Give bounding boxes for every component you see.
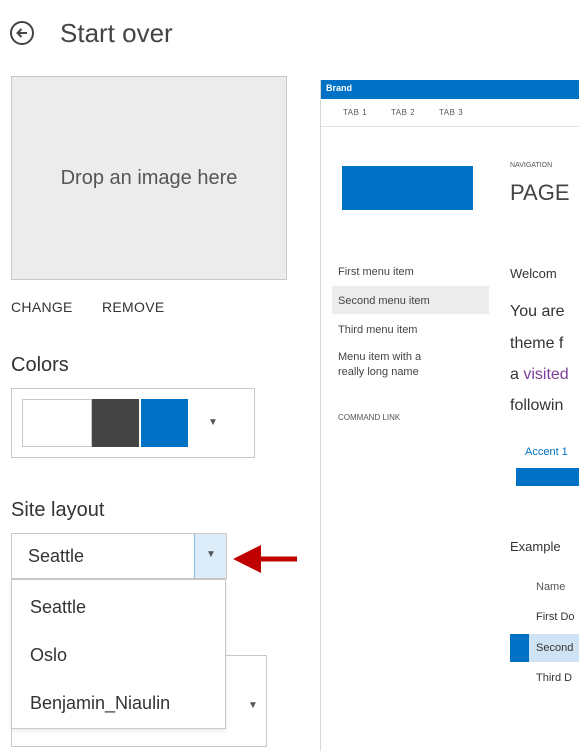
- dropzone-placeholder: Drop an image here: [60, 166, 238, 189]
- preview-table-header: Name: [536, 581, 566, 593]
- site-layout-select[interactable]: Seattle ▼: [11, 533, 227, 579]
- preview-brand: Brand: [326, 83, 353, 93]
- colors-title: Colors: [11, 354, 69, 376]
- image-dropzone[interactable]: Drop an image here: [11, 76, 287, 280]
- preview-accent-label: Accent 1: [525, 446, 568, 458]
- preview-tab-2: TAB 2: [391, 108, 416, 117]
- start-over-link[interactable]: Start over: [60, 18, 173, 49]
- preview-table-row: Second: [536, 642, 574, 654]
- preview-example-heading: Example: [510, 539, 561, 554]
- preview-body-prefix: a: [510, 366, 524, 383]
- back-icon[interactable]: [10, 21, 34, 45]
- preview-command-link: COMMAND LINK: [338, 413, 401, 422]
- preview-menu-item: Second menu item: [338, 295, 430, 307]
- site-layout-value: Seattle: [28, 546, 85, 566]
- option-seattle[interactable]: Seattle: [30, 597, 86, 618]
- swatch-blue: [141, 399, 188, 447]
- theme-preview: Brand TAB 1 TAB 2 TAB 3 NAVIGATION PAGE …: [320, 80, 579, 751]
- preview-visited-link: visited: [523, 366, 569, 383]
- preview-brand-bar: [321, 80, 579, 99]
- chevron-down-icon: ▼: [206, 549, 216, 560]
- preview-table-row: First Do: [536, 611, 575, 623]
- option-benjamin-niaulin[interactable]: Benjamin_Niaulin: [30, 693, 170, 714]
- swatch-dark: [92, 399, 139, 447]
- site-layout-dropdown-button[interactable]: ▼: [194, 534, 226, 578]
- preview-body-line: theme f: [510, 335, 564, 352]
- preview-menu-item: Menu item with a: [338, 351, 422, 363]
- preview-navigation-label: NAVIGATION: [510, 162, 553, 169]
- option-oslo[interactable]: Oslo: [30, 645, 67, 666]
- preview-tab-divider: [321, 126, 579, 127]
- preview-accent-bar: [516, 468, 579, 486]
- preview-tab-1: TAB 1: [343, 108, 368, 117]
- preview-body-line: followin: [510, 397, 564, 414]
- preview-menu-item: Third menu item: [338, 324, 418, 336]
- site-layout-title: Site layout: [11, 499, 105, 521]
- remove-button[interactable]: REMOVE: [102, 299, 164, 315]
- preview-menu-item: First menu item: [338, 266, 414, 278]
- swatch-white: [22, 399, 92, 447]
- chevron-down-icon[interactable]: ▼: [248, 700, 258, 711]
- preview-welcome: Welcom: [510, 266, 557, 281]
- preview-body-line: You are: [510, 303, 565, 320]
- change-button[interactable]: CHANGE: [11, 299, 73, 315]
- preview-page-title: PAGE: [510, 180, 570, 205]
- preview-menu-item: really long name: [338, 366, 419, 378]
- preview-table-row: Third D: [536, 672, 573, 684]
- preview-row-marker: [510, 634, 529, 662]
- colors-select[interactable]: ▼: [11, 388, 255, 458]
- red-arrow-icon: [233, 545, 297, 573]
- preview-logo: [342, 166, 473, 210]
- chevron-down-icon[interactable]: ▼: [208, 417, 218, 428]
- preview-tab-3: TAB 3: [439, 108, 464, 117]
- preview-body-line: a visited: [510, 366, 569, 384]
- site-layout-options: Seattle Oslo Benjamin_Niaulin: [11, 579, 226, 729]
